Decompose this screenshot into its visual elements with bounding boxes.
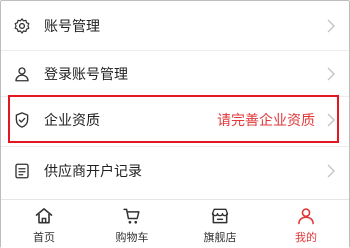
menu-item-label: 供应商开户记录 (44, 164, 142, 180)
tab-label: 购物车 (115, 231, 149, 244)
menu-item-account-management[interactable]: 账号管理 (1, 2, 349, 50)
home-icon (35, 208, 53, 224)
highlight-box (8, 95, 339, 143)
chevron-right-icon (327, 19, 335, 33)
tab-label: 旗舰店 (203, 231, 237, 244)
store-icon (211, 208, 229, 224)
tab-label: 首页 (33, 231, 55, 244)
tab-cart[interactable]: 购物车 (102, 206, 162, 246)
menu-item-label: 登录账号管理 (44, 67, 128, 83)
menu-item-label: 账号管理 (44, 19, 100, 35)
chevron-right-icon (327, 67, 335, 81)
bottom-tab-bar: 首页 购物车 旗舰店 我的 (1, 199, 349, 248)
tab-home[interactable]: 首页 (14, 206, 74, 246)
gear-icon (14, 18, 30, 34)
profile-icon (298, 208, 314, 225)
tab-flagship-store[interactable]: 旗舰店 (190, 206, 250, 246)
document-list-icon (15, 163, 29, 179)
tab-label: 我的 (295, 231, 317, 244)
user-icon (15, 67, 29, 82)
tab-mine[interactable]: 我的 (276, 206, 336, 246)
cart-icon (123, 208, 140, 224)
chevron-right-icon (327, 164, 335, 178)
menu-item-login-account-management[interactable]: 登录账号管理 (1, 50, 349, 98)
menu-item-supplier-account-records[interactable]: 供应商开户记录 (1, 147, 349, 195)
